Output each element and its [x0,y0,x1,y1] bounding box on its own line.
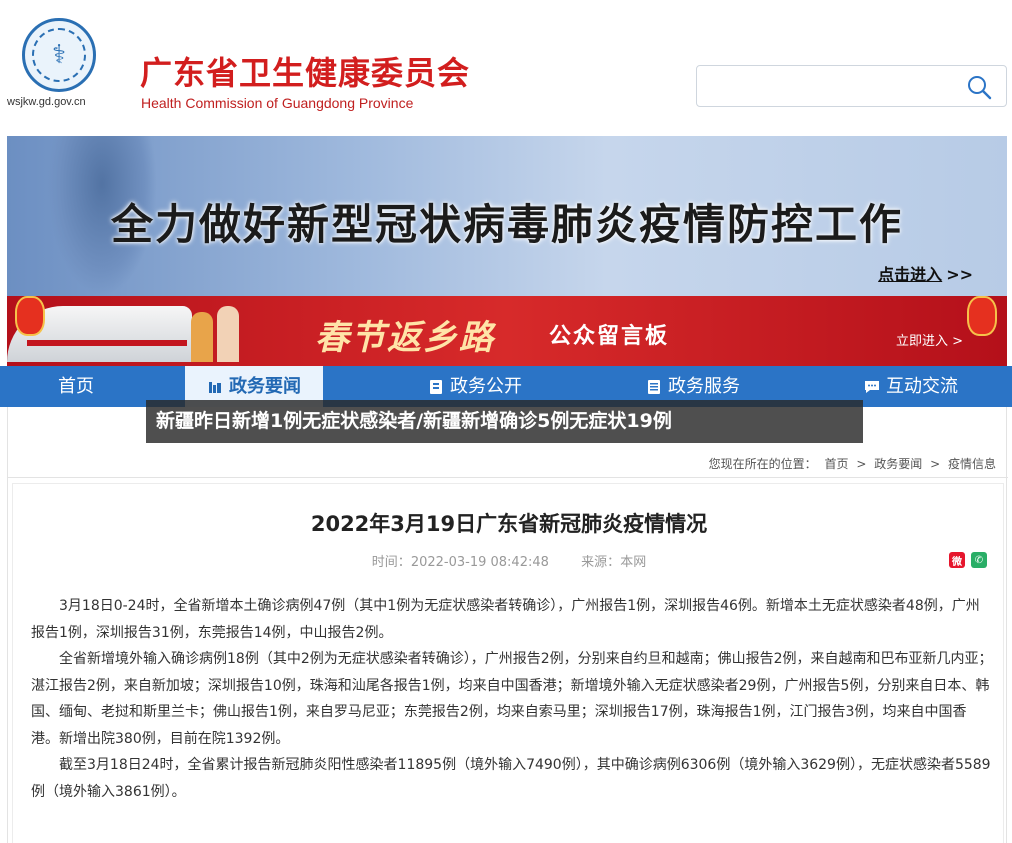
spring-festival-banner[interactable]: 春节返乡路 公众留言板 立即进入 > [7,296,1007,366]
search-input[interactable] [697,66,957,106]
article-paragraph: 截至3月18日24时，全省累计报告新冠肺炎阳性感染者11895例（境外输入749… [31,757,991,800]
lantern-icon [967,296,997,336]
nav-item-home[interactable]: 首页 [58,366,94,407]
divider [8,477,1008,478]
chat-icon [865,380,879,393]
epidemic-control-banner[interactable]: 全力做好新型冠状病毒肺炎疫情防控工作 点击进入 >> [7,136,1007,296]
content-area: 您现在所在的位置： 首页 > 政务要闻 > 疫情信息 2022年3月19日广东省… [7,407,1008,843]
article-paragraph: 3月18日0-24时，全省新增本土确诊病例47例（其中1例为无症状感染者转确诊）… [31,598,980,641]
breadcrumb: 您现在所在的位置： 首页 > 政务要闻 > 疫情信息 [707,455,998,472]
traveler-figure [217,306,239,362]
site-header: ⚕ wsjkw.gd.gov.cn 广东省卫生健康委员会 Health Comm… [0,0,1012,130]
breadcrumb-item-home[interactable]: 首页 [825,457,849,471]
news-icon [209,381,221,393]
org-name-en: Health Commission of Guangdong Province [141,95,414,111]
traveler-figure [191,312,213,362]
spring-banner-subtitle: 公众留言板 [549,324,670,349]
banner-title: 全力做好新型冠状病毒肺炎疫情防控工作 [110,200,903,249]
wechat-icon[interactable]: ✆ [971,552,987,568]
article-body: 3月18日0-24时，全省新增本土确诊病例47例（其中1例为无症状感染者转确诊）… [31,593,993,805]
page: ⚕ wsjkw.gd.gov.cn 广东省卫生健康委员会 Health Comm… [0,0,1012,843]
caduceus-icon: ⚕ [32,28,86,82]
article-meta: 时间：2022-03-19 08:42:48 来源：本网 [13,551,1005,570]
search-icon[interactable] [966,74,992,100]
banner-enter-label: 点击进入 [878,265,943,284]
spring-banner-title: 春节返乡路 [315,318,495,358]
train-stripe [27,340,187,346]
breadcrumb-item-epidemic[interactable]: 疫情信息 [948,457,996,471]
travelers-image [187,302,257,362]
nav-item-label: 互动交流 [886,376,958,397]
org-name-cn[interactable]: 广东省卫生健康委员会 [140,48,470,94]
article-source: 本网 [620,555,647,570]
double-arrow-icon: >> [946,265,973,284]
article-title: 2022年3月19日广东省新冠肺炎疫情情况 [310,512,708,536]
weibo-icon[interactable]: 微 [949,552,965,568]
service-icon [648,379,660,394]
publish-time: 2022-03-19 08:42:48 [410,555,549,570]
overlay-caption: 新疆昨日新增1例无症状感染者/新疆新增确诊5例无症状19例 [146,400,863,443]
health-commission-logo[interactable]: ⚕ [22,18,96,92]
search-box [696,65,1007,107]
breadcrumb-separator: > [930,457,941,471]
nav-item-interaction[interactable]: 互动交流 [864,366,958,407]
document-icon [430,379,442,394]
breadcrumb-prefix: 您现在所在的位置： [708,457,817,471]
site-domain: wsjkw.gd.gov.cn [7,96,86,108]
article-paragraph: 全省新增境外输入确诊病例18例（其中2例为无症状感染者转确诊），广州报告2例，分… [31,651,993,747]
share-bar: 微 ✆ [949,552,987,568]
breadcrumb-separator: > [856,457,867,471]
article: 2022年3月19日广东省新冠肺炎疫情情况 时间：2022-03-19 08:4… [12,483,1004,843]
nav-item-label: 首页 [58,376,94,397]
source-label: 来源： [581,555,621,570]
banner-enter-link[interactable]: 点击进入 >> [878,261,973,285]
spring-banner-link[interactable]: 立即进入 > [896,330,963,349]
lantern-icon [15,296,45,336]
breadcrumb-item-news[interactable]: 政务要闻 [874,457,922,471]
time-label: 时间： [371,555,411,570]
